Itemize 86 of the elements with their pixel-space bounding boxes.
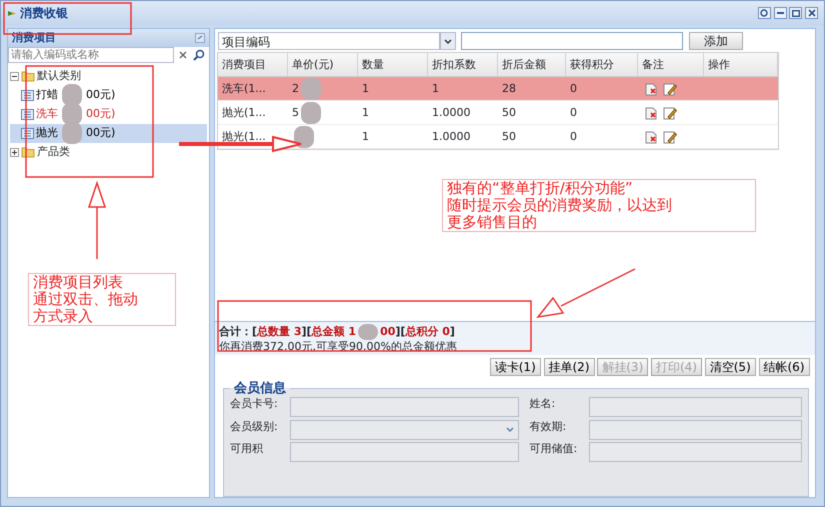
action-button[interactable]: 清空(5) — [704, 358, 756, 376]
column-header[interactable]: 折后金额 — [498, 53, 566, 76]
edit-icon[interactable] — [663, 82, 677, 96]
field-label: 姓名: — [530, 396, 556, 411]
tree-item[interactable]: 抛光 — [36, 125, 58, 142]
tree-item[interactable]: 默认类别 — [37, 68, 81, 84]
dropdown-icon — [506, 427, 514, 432]
minimize-button[interactable] — [774, 7, 786, 19]
input-field[interactable] — [589, 420, 802, 440]
table-cell: 洗车(1... — [222, 82, 266, 94]
delete-icon[interactable] — [644, 130, 658, 144]
field-label: 有效期: — [530, 420, 568, 434]
table-cell: 抛光(1... — [222, 106, 266, 118]
table-cell: 1 — [362, 82, 369, 94]
input-field[interactable] — [589, 396, 802, 417]
delete-icon[interactable] — [644, 106, 658, 120]
field-label: 可用积 — [230, 442, 264, 456]
column-header[interactable]: 操作 — [704, 53, 778, 76]
collapse-icon[interactable] — [195, 32, 205, 43]
dropdown-icon[interactable] — [440, 32, 456, 50]
column-header[interactable]: 备注 — [638, 53, 704, 76]
table-cell: 1 — [432, 82, 439, 94]
collapse-toggle-icon[interactable] — [10, 72, 19, 81]
table-cell: 0 — [570, 82, 577, 94]
input-field[interactable] — [290, 396, 518, 417]
search-field[interactable]: 请输入编码或名称 — [8, 46, 174, 63]
tree-item-price: 00元) — [86, 106, 116, 122]
table-cell: 抛光(1... — [222, 130, 266, 142]
action-button[interactable]: 读卡(1) — [490, 358, 541, 376]
close-button[interactable] — [805, 7, 818, 19]
clear-icon[interactable] — [176, 48, 189, 61]
action-button[interactable]: 结帐(6) — [758, 358, 810, 376]
maximize-button[interactable] — [789, 7, 802, 19]
input-field[interactable] — [290, 442, 518, 462]
annotation-note: 消费项目列表 通过双击、拖动 方式录入 — [28, 273, 176, 326]
column-header[interactable]: 折扣系数 — [428, 53, 498, 76]
column-header[interactable]: 单价(元) — [288, 53, 358, 76]
total-amount: [总金额 1 — [306, 325, 356, 340]
expand-toggle-icon[interactable] — [10, 148, 19, 157]
table-cell-text: 5 — [292, 104, 299, 120]
minimize-icon — [776, 12, 784, 14]
folder-icon — [21, 146, 35, 158]
table-cell-text: 2 — [292, 80, 299, 96]
table-cell: 0 — [570, 106, 577, 118]
tree-item-price: 00元) — [86, 125, 116, 142]
help-button[interactable] — [758, 7, 771, 19]
total-points: [总积分 0] — [400, 325, 455, 340]
panel-title: 会员信息 — [232, 380, 287, 397]
code-select[interactable]: 项目编码 — [218, 32, 440, 50]
search-icon[interactable] — [192, 48, 206, 62]
table-cell: 1 — [362, 130, 369, 142]
table-cell: 50 — [502, 106, 516, 118]
table-cell: 28 — [502, 82, 516, 94]
action-button[interactable]: 挂单(2) — [544, 358, 594, 376]
close-icon — [808, 9, 816, 17]
table-cell: 1.0000 — [432, 106, 470, 118]
column-header[interactable]: 数量 — [358, 53, 428, 76]
arrow-icon — [7, 8, 17, 18]
input-field[interactable] — [589, 442, 802, 462]
totals-label: 合计： — [219, 325, 252, 340]
tree-item[interactable]: 打蜡 — [36, 87, 58, 104]
total-quantity: [总数量 3] — [252, 325, 307, 340]
add-button[interactable]: 添加 — [688, 32, 743, 50]
table-cell: 50 — [502, 130, 516, 142]
table-cell: 1 — [362, 106, 369, 118]
column-header[interactable]: 获得积分 — [566, 53, 638, 76]
tree-item-price: 00元) — [86, 87, 116, 104]
table-cell: 1.0000 — [432, 130, 470, 142]
window-title: 消费收银 — [20, 5, 68, 22]
code-input[interactable] — [461, 32, 684, 50]
annotation-note: 独有的“整单打折/积分功能” 随时提示会员的消费奖励，以达到 更多销售目的 — [442, 179, 756, 232]
column-header[interactable]: 消费项目 — [218, 53, 288, 76]
tree-item[interactable]: 产品类 — [37, 144, 70, 160]
maximize-icon — [792, 10, 800, 16]
table-cell: 0 — [570, 130, 577, 142]
folder-icon — [21, 70, 35, 82]
table-row[interactable]: 抛光(1... 5 1 1.0000 50 0 — [218, 101, 778, 126]
total-amount-end: 00] — [380, 325, 400, 340]
field-label: 会员卡号: — [230, 396, 279, 411]
field-label: 会员级别: — [230, 420, 279, 434]
table-row[interactable]: 洗车(1... 2 1 1 28 0 — [218, 77, 778, 102]
edit-icon[interactable] — [663, 130, 677, 144]
delete-icon[interactable] — [644, 82, 658, 96]
edit-icon[interactable] — [663, 106, 677, 120]
field-label: 可用储值: — [530, 442, 578, 456]
tree-item[interactable]: 洗车 — [36, 106, 58, 122]
